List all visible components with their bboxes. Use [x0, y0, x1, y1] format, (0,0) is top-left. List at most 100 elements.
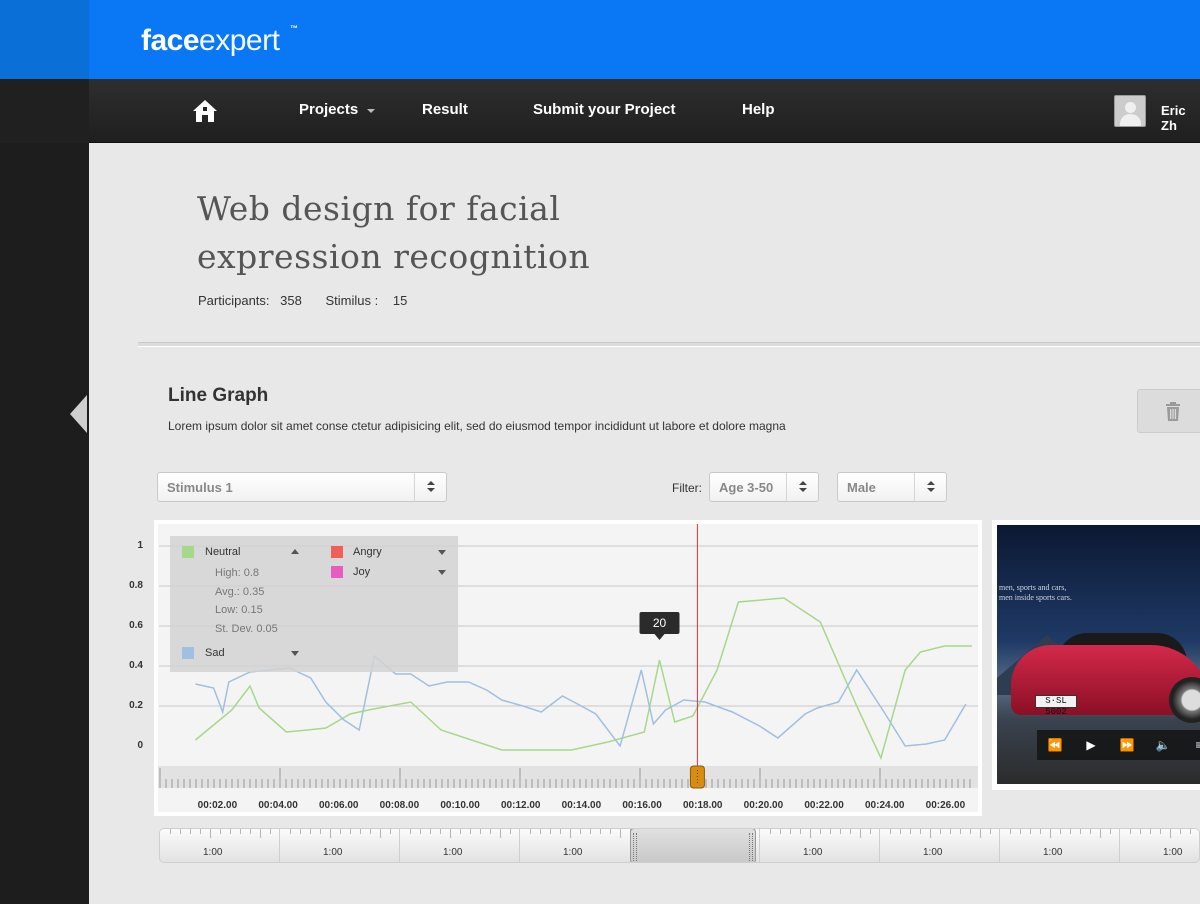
scrubber-tick	[850, 829, 851, 834]
scrubber-label: 1:00	[1043, 847, 1063, 858]
scrubber-tick	[610, 829, 611, 834]
tooltip-pointer	[654, 634, 665, 640]
menu-icon[interactable]: ≡	[1181, 730, 1200, 760]
nav-projects[interactable]: Projects	[299, 101, 358, 118]
joy-swatch	[331, 566, 343, 578]
age-select[interactable]: Age 3-50	[709, 472, 819, 502]
scrubber-tick	[1170, 829, 1171, 838]
timeline-scrubber[interactable]: 1:001:001:001:001:001:001:001:001:00	[159, 828, 1200, 863]
scrubber-tick	[580, 829, 581, 834]
scrubber-tick	[470, 829, 471, 834]
nav-submit-project[interactable]: Submit your Project	[533, 101, 676, 118]
legend-joy-label[interactable]: Joy	[353, 566, 370, 578]
scrubber-tick	[1080, 829, 1081, 834]
x-tick-label: 00:08.00	[379, 800, 420, 811]
stimulus-value: 15	[392, 293, 408, 308]
legend-angry-label[interactable]: Angry	[353, 546, 382, 558]
nav-result[interactable]: Result	[422, 101, 468, 118]
scrubber-tick	[250, 829, 251, 834]
car-plate: S·SL 5002	[1035, 695, 1077, 717]
select-arrows-icon	[414, 473, 446, 501]
scrubber-segment[interactable]: 1:00	[520, 829, 640, 862]
select-arrows-icon	[786, 473, 818, 501]
scrubber-label: 1:00	[323, 847, 343, 858]
scrubber-tick	[950, 829, 951, 834]
x-tick-label: 00:26.00	[925, 800, 966, 811]
chart-plot-area[interactable]: 20 Neutral High: 0.8 Avg.: 0.35 Low: 0.1…	[158, 524, 978, 812]
play-icon[interactable]: ▶	[1073, 730, 1109, 760]
scrubber-segment[interactable]: 1:00	[1120, 829, 1199, 862]
scrubber-tick	[870, 829, 871, 834]
scrubber-tick	[1030, 829, 1031, 834]
tooltip-label: 20	[653, 616, 667, 630]
scrubber-tick	[800, 829, 801, 834]
section-title: Line Graph	[168, 385, 269, 406]
scrubber-segment[interactable]: 1:00	[1000, 829, 1120, 862]
scrubber-tick	[840, 829, 841, 834]
chevron-down-icon[interactable]	[367, 109, 375, 113]
scrubber-tick	[210, 829, 211, 838]
left-panel-navband	[0, 79, 89, 143]
scrubber-tick	[480, 829, 481, 834]
user-name[interactable]: Eric Zh	[1161, 103, 1200, 133]
scrubber-tick	[1070, 829, 1071, 834]
trash-icon	[1166, 402, 1180, 421]
line-chart: 20 Neutral High: 0.8 Avg.: 0.35 Low: 0.1…	[154, 520, 982, 816]
scrubber-tick	[910, 829, 911, 834]
scrubber-tick	[1160, 829, 1161, 834]
stimulus-select[interactable]: Stimulus 1	[157, 472, 447, 502]
scrubber-segment[interactable]: 1:00	[400, 829, 520, 862]
gender-select[interactable]: Male	[837, 472, 947, 502]
stimulus-select-value: Stimulus 1	[167, 480, 233, 495]
expand-sad-icon[interactable]	[291, 651, 299, 656]
brand-name-light: expert	[199, 24, 280, 57]
legend-sad-label[interactable]: Sad	[205, 647, 225, 659]
scrubber-tick	[490, 829, 491, 834]
scrubber-segment[interactable]: 1:00	[160, 829, 280, 862]
scrubber-segment[interactable]: 1:00	[760, 829, 880, 862]
left-panel-header	[0, 0, 89, 79]
avatar[interactable]	[1114, 95, 1146, 127]
delete-button[interactable]	[1137, 389, 1200, 433]
scrubber-tick	[290, 829, 291, 834]
home-icon[interactable]	[192, 98, 218, 124]
sad-swatch	[182, 647, 194, 659]
scrubber-tick	[780, 829, 781, 834]
scrubber-handle[interactable]	[630, 829, 756, 862]
video-preview[interactable]: men, sports and cars, men inside sports …	[992, 520, 1200, 790]
y-tick-label: 0.2	[129, 700, 143, 711]
y-tick-label: 0.4	[129, 660, 143, 671]
brand-logo[interactable]: faceexpert ™	[141, 24, 298, 58]
scrubber-tick	[790, 829, 791, 834]
collapse-neutral-icon[interactable]	[291, 549, 299, 554]
scrubber-tick	[190, 829, 191, 834]
fast-forward-icon[interactable]: ⏩	[1109, 730, 1145, 760]
gender-select-value: Male	[847, 480, 876, 495]
expand-angry-icon[interactable]	[438, 550, 446, 555]
scrubber-tick	[960, 829, 961, 834]
legend-neutral-label[interactable]: Neutral	[205, 546, 240, 558]
section-divider	[138, 342, 1200, 347]
nav-help[interactable]: Help	[742, 101, 775, 118]
volume-icon[interactable]: 🔈	[1145, 730, 1181, 760]
scrubber-tick	[220, 829, 221, 834]
age-select-value: Age 3-50	[719, 480, 774, 495]
scrubber-tick	[530, 829, 531, 834]
scrubber-segment[interactable]: 1:00	[280, 829, 400, 862]
collapse-arrow-icon[interactable]	[70, 395, 87, 433]
scrubber-label: 1:00	[203, 847, 223, 858]
y-tick-label: 0.8	[129, 580, 143, 591]
scrubber-segment[interactable]: 1:00	[880, 829, 1000, 862]
expand-joy-icon[interactable]	[438, 570, 446, 575]
x-tick-label: 00:02.00	[197, 800, 238, 811]
scrubber-label: 1:00	[803, 847, 823, 858]
grip-icon	[749, 833, 753, 861]
scrubber-tick	[240, 829, 241, 834]
rewind-icon[interactable]: ⏪	[1037, 730, 1073, 760]
main-nav: Projects Result Submit your Project Help…	[89, 79, 1200, 143]
scrubber-tick	[540, 829, 541, 834]
scrubber-tick	[860, 829, 861, 838]
scrubber-tick	[390, 829, 391, 834]
x-tick-label: 00:24.00	[865, 800, 905, 811]
scrubber-tick	[770, 829, 771, 834]
